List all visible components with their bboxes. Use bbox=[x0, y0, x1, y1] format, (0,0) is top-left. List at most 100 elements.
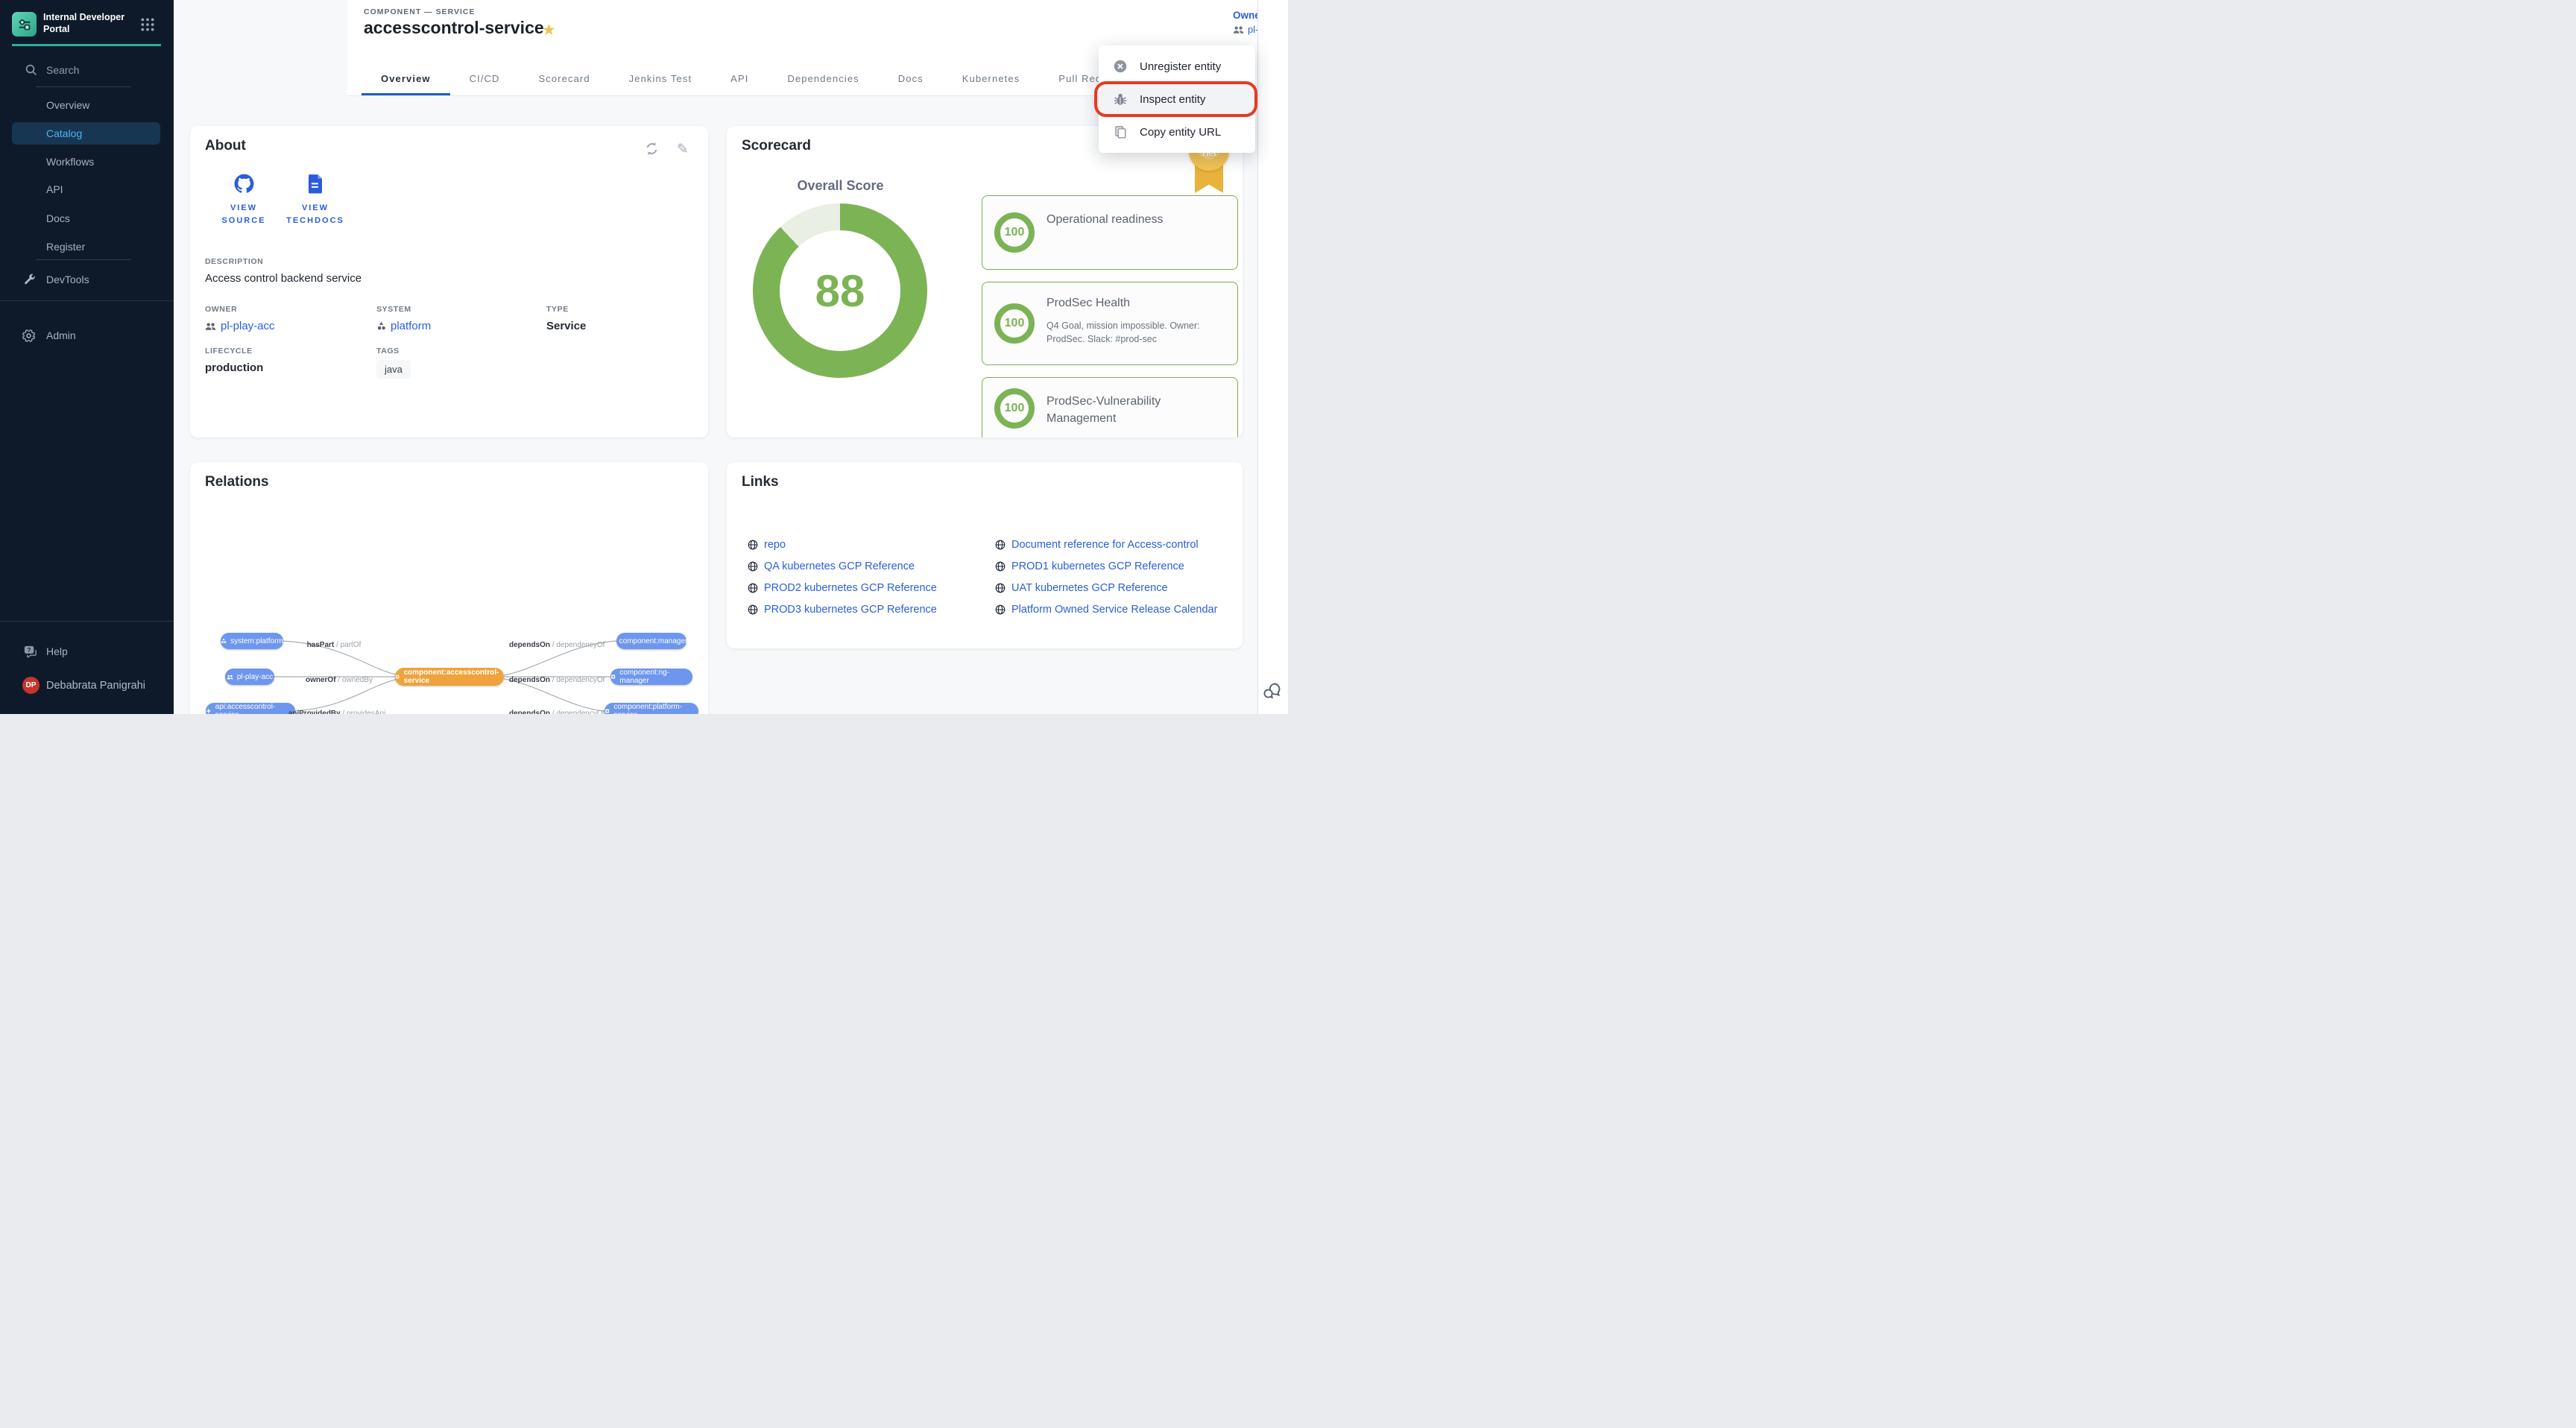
relation-node-component-ng-manager[interactable]: component:ng-manager bbox=[610, 669, 692, 685]
link-prod2-k8s[interactable]: PROD2 kubernetes GCP Reference bbox=[748, 577, 995, 598]
sidebar-item-help[interactable]: ? Help bbox=[0, 642, 174, 661]
edge-label-haspart: hasPart / partOf bbox=[293, 641, 375, 651]
feedback-chat-button[interactable] bbox=[1258, 670, 1287, 712]
menu-item-copy-entity-url[interactable]: Copy entity URL bbox=[1099, 116, 1255, 148]
menu-item-inspect-entity[interactable]: Inspect entity bbox=[1099, 83, 1255, 116]
system-field: SYSTEM platform bbox=[376, 305, 431, 332]
link-doc-reference[interactable]: Document reference for Access-control bbox=[995, 534, 1243, 555]
sidebar-item-catalog[interactable]: Catalog bbox=[12, 122, 160, 145]
entity-context-menu: Unregister entity Inspect entity Copy en… bbox=[1099, 45, 1255, 153]
menu-item-unregister-entity[interactable]: Unregister entity bbox=[1099, 50, 1255, 83]
refresh-icon bbox=[644, 141, 660, 157]
link-prod1-k8s[interactable]: PROD1 kubernetes GCP Reference bbox=[995, 555, 1243, 577]
group-icon bbox=[205, 322, 216, 331]
sidebar-item-devtools[interactable]: DevTools bbox=[0, 270, 174, 289]
sidebar-item-api[interactable]: API bbox=[0, 180, 174, 199]
links-card: Links repo Document reference for Access… bbox=[727, 462, 1243, 648]
sidebar-divider bbox=[36, 259, 131, 260]
api-icon bbox=[206, 708, 212, 714]
entity-tabs: Overview CI/CD Scorecard Jenkins Test AP… bbox=[362, 63, 1149, 95]
links-grid: repo Document reference for Access-contr… bbox=[748, 534, 1243, 620]
sidebar-divider bbox=[0, 621, 174, 622]
sidebar-item-workflows[interactable]: Workflows bbox=[0, 152, 174, 171]
search-icon bbox=[25, 63, 37, 76]
link-repo[interactable]: repo bbox=[748, 534, 995, 555]
edit-button[interactable]: ✎ bbox=[674, 141, 692, 159]
tab-overview[interactable]: Overview bbox=[362, 63, 450, 95]
relation-node-component-manager[interactable]: component:manager bbox=[616, 633, 686, 649]
tab-kubernetes[interactable]: Kubernetes bbox=[943, 63, 1040, 95]
sidebar-item-docs[interactable]: Docs bbox=[0, 209, 174, 228]
type-value: Service bbox=[546, 320, 586, 332]
scorecard-item-operational-readiness[interactable]: 100 Operational readiness bbox=[982, 195, 1238, 270]
globe-icon bbox=[995, 604, 1006, 615]
globe-icon bbox=[995, 540, 1006, 550]
refresh-button[interactable] bbox=[643, 141, 660, 159]
sliders-logo-icon bbox=[16, 16, 33, 33]
link-qa-k8s[interactable]: QA kubernetes GCP Reference bbox=[748, 555, 995, 577]
techdocs-icon bbox=[306, 174, 324, 194]
apps-grid-icon[interactable] bbox=[140, 17, 155, 32]
tab-api[interactable]: API bbox=[711, 63, 768, 95]
tab-docs[interactable]: Docs bbox=[879, 63, 943, 95]
tab-jenkins-test[interactable]: Jenkins Test bbox=[610, 63, 712, 95]
type-field: TYPE Service bbox=[546, 305, 586, 332]
view-techdocs-link[interactable]: VIEW TECHDOCS bbox=[271, 174, 360, 227]
favorite-star-icon[interactable]: ★ bbox=[542, 21, 556, 40]
scorecard-item-prodsec-vulnerability[interactable]: 100 ProdSec-Vulnerability Management bbox=[982, 377, 1238, 437]
right-rail bbox=[1257, 0, 1288, 714]
search-placeholder: Search bbox=[46, 64, 79, 76]
globe-icon bbox=[748, 583, 758, 593]
link-uat-k8s[interactable]: UAT kubernetes GCP Reference bbox=[995, 577, 1243, 598]
svg-text:?: ? bbox=[28, 647, 31, 654]
about-system-link[interactable]: platform bbox=[376, 320, 431, 332]
system-icon bbox=[376, 321, 386, 331]
link-prod3-k8s[interactable]: PROD3 kubernetes GCP Reference bbox=[748, 598, 995, 620]
overall-score-donut: 88 bbox=[753, 203, 927, 378]
score-ring: 100 bbox=[994, 212, 1035, 253]
sidebar-item-overview[interactable]: Overview bbox=[0, 95, 174, 115]
relation-node-component-platform-service[interactable]: component:platform-service bbox=[604, 703, 698, 714]
overall-score-label: Overall Score bbox=[757, 178, 924, 194]
overall-score-value: 88 bbox=[815, 265, 865, 317]
relation-node-component-accesscontrol-service[interactable]: component:accesscontrol-service bbox=[395, 668, 504, 686]
relation-node-api-accesscontrol-service[interactable]: api:accesscontrol-service bbox=[206, 703, 295, 714]
chat-bubbles-icon bbox=[1261, 680, 1284, 702]
app-logo[interactable] bbox=[12, 12, 37, 37]
group-icon bbox=[1233, 25, 1244, 34]
scorecard-item-desc: Q4 Goal, mission impossible. Owner: Prod… bbox=[1046, 319, 1225, 346]
tag-chip[interactable]: java bbox=[376, 360, 411, 379]
edge-label-dependson-3: dependsOn / dependencyOf bbox=[509, 710, 602, 714]
app-title: Internal Developer Portal bbox=[43, 11, 125, 36]
link-release-calendar[interactable]: Platform Owned Service Release Calendar bbox=[995, 598, 1243, 620]
globe-icon bbox=[995, 561, 1006, 572]
tags-field: TAGS java bbox=[376, 347, 411, 379]
scorecard-card: Scorecard Tier Overall Score 88 100 Oper… bbox=[727, 126, 1243, 437]
user-avatar[interactable]: DP bbox=[22, 677, 40, 694]
sidebar-item-register[interactable]: Register bbox=[0, 237, 174, 256]
scorecard-item-prodsec-health[interactable]: 100 ProdSec Health Q4 Goal, mission impo… bbox=[982, 282, 1238, 365]
bug-icon bbox=[1114, 92, 1127, 106]
pencil-icon: ✎ bbox=[677, 142, 689, 157]
lifecycle-value: production bbox=[205, 361, 263, 374]
user-name[interactable]: Debabrata Panigrahi bbox=[46, 678, 145, 693]
tab-dependencies[interactable]: Dependencies bbox=[768, 63, 878, 95]
about-title: About bbox=[205, 138, 246, 154]
gear-icon bbox=[22, 329, 36, 343]
owner-field: OWNER pl-play-acc bbox=[205, 305, 275, 332]
page-title: accesscontrol-service bbox=[364, 18, 544, 38]
tab-scorecard[interactable]: Scorecard bbox=[520, 63, 610, 95]
group-icon bbox=[227, 674, 233, 680]
scorecard-title: Scorecard bbox=[742, 138, 811, 154]
globe-icon bbox=[748, 561, 758, 572]
copy-icon bbox=[1114, 125, 1127, 139]
chip-icon bbox=[395, 674, 400, 680]
about-owner-link[interactable]: pl-play-acc bbox=[205, 320, 275, 332]
sidebar-item-admin[interactable]: Admin bbox=[0, 326, 174, 345]
tab-cicd[interactable]: CI/CD bbox=[450, 63, 520, 95]
breadcrumb: COMPONENT — SERVICE bbox=[364, 7, 476, 16]
relations-card: Relations system:platform pl-play-acc bbox=[190, 462, 708, 714]
relation-node-pl-play-acc[interactable]: pl-play-acc bbox=[225, 669, 274, 685]
sidebar-search[interactable]: Search bbox=[25, 63, 79, 76]
relation-node-system-platform[interactable]: system:platform bbox=[221, 633, 283, 649]
